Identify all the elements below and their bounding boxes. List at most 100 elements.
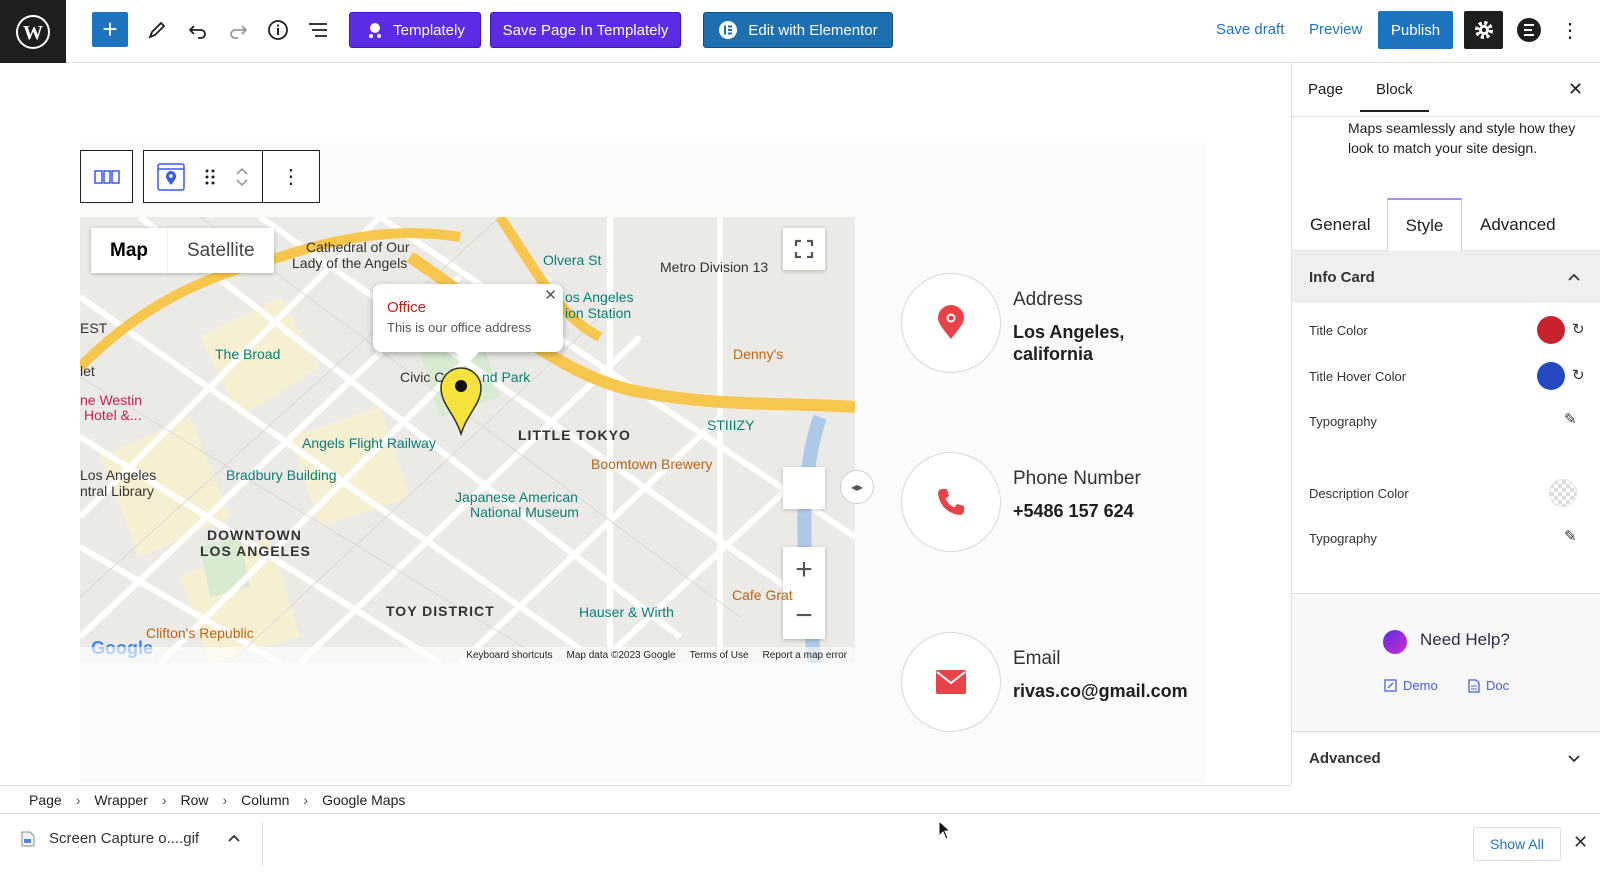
breadcrumb-item[interactable]: Wrapper (94, 792, 147, 808)
location-pin-icon (938, 305, 964, 339)
map-info-window: Office This is our office address ✕ (373, 284, 563, 364)
help-chat-icon (1383, 630, 1407, 654)
tab-general[interactable]: General (1292, 198, 1388, 251)
info-window-title: Office (387, 299, 426, 316)
map-label: The Broad (215, 346, 281, 362)
pencil-edit-icon[interactable]: ✎ (1564, 410, 1577, 428)
block-toolbar: ⋮ (80, 150, 320, 203)
browser-download-bar: Screen Capture o....gif Show All ✕ (0, 813, 1600, 874)
options-kebab-icon[interactable]: ⋮ (1556, 13, 1584, 47)
columns-icon (93, 169, 120, 184)
block-options-kebab-icon[interactable]: ⋮ (263, 151, 319, 202)
title-color-label: Title Color (1309, 323, 1368, 338)
mouse-cursor-icon (938, 820, 952, 840)
chevron-up-icon[interactable] (235, 167, 249, 176)
card-title: Email (1013, 648, 1061, 669)
resize-handle-icon[interactable]: ◂▸ (840, 470, 874, 504)
edit-with-elementor-button[interactable]: Edit with Elementor (703, 12, 893, 48)
map-label: DOWNTOWN (207, 527, 302, 543)
card-title: Address (1013, 289, 1083, 310)
wordpress-logo-icon[interactable]: W (0, 0, 66, 63)
drag-handle-icon[interactable] (197, 151, 223, 202)
info-icon[interactable] (260, 12, 296, 48)
tab-style[interactable]: Style (1387, 198, 1462, 251)
map-type-satellite-tab[interactable]: Satellite (168, 228, 274, 273)
google-maps-block-icon[interactable] (144, 151, 197, 202)
close-icon[interactable]: ✕ (1573, 832, 1588, 853)
parent-block-selector[interactable] (80, 150, 133, 203)
street-view-pegman[interactable] (783, 467, 825, 509)
breadcrumb-item[interactable]: Column (241, 792, 289, 808)
block-settings-tabs: General Style Advanced (1292, 198, 1600, 251)
map-marker-pin-icon[interactable] (437, 364, 485, 436)
templately-label: Templately (393, 21, 465, 39)
settings-gear-icon[interactable] (1464, 11, 1503, 49)
map-type-map-tab[interactable]: Map (91, 228, 168, 273)
templately-icon (369, 23, 382, 38)
move-up-down-control[interactable] (223, 151, 263, 202)
fullscreen-icon[interactable] (783, 228, 825, 270)
close-icon[interactable]: ✕ (1568, 79, 1583, 100)
card-icon-circle (901, 452, 1001, 552)
chevron-right-icon: › (75, 791, 81, 808)
reset-icon[interactable]: ↻ (1572, 366, 1585, 384)
tab-advanced[interactable]: Advanced (1462, 198, 1574, 251)
demo-icon (1384, 679, 1397, 692)
chevron-right-icon: › (222, 791, 228, 808)
chevron-down-icon[interactable] (235, 178, 249, 187)
list-view-icon[interactable] (300, 12, 336, 48)
map-label: Los Angeles (80, 467, 157, 483)
pencil-icon[interactable] (139, 12, 175, 48)
card-description: rivas.co@gmail.com (1013, 681, 1188, 701)
doc-link[interactable]: Doc (1468, 678, 1509, 693)
map-label: EST (80, 320, 108, 336)
map-footer: Keyboard shortcuts Map data ©2023 Google… (80, 647, 855, 663)
info-card-panel-header[interactable]: Info Card (1292, 251, 1600, 303)
save-page-in-templately-label: Save Page In Templately (502, 21, 669, 39)
description-color-swatch[interactable] (1549, 479, 1577, 507)
info-card-address: Address Los Angeles, california (876, 253, 1206, 393)
title-color-swatch[interactable] (1537, 316, 1565, 344)
map-label: Denny's (733, 346, 784, 362)
map-label: Olvera St (543, 252, 602, 268)
card-icon-circle (901, 273, 1001, 373)
pencil-edit-icon[interactable]: ✎ (1564, 527, 1577, 545)
download-item[interactable]: Screen Capture o....gif (21, 830, 241, 847)
save-draft-button[interactable]: Save draft (1216, 21, 1284, 38)
map-label: STIIIZY (707, 417, 755, 433)
save-page-in-templately-button[interactable]: Save Page In Templately (490, 12, 681, 48)
google-map[interactable]: Map Satellite + − Cathedral of Our Lady … (80, 217, 855, 663)
preview-button[interactable]: Preview (1309, 21, 1362, 38)
tab-block[interactable]: Block (1360, 81, 1429, 112)
keyboard-shortcuts-link[interactable]: Keyboard shortcuts (466, 650, 552, 661)
report-map-error-link[interactable]: Report a map error (763, 650, 847, 661)
breadcrumb-item[interactable]: Page (29, 792, 62, 808)
reset-icon[interactable]: ↻ (1572, 320, 1585, 338)
demo-link[interactable]: Demo (1384, 678, 1438, 693)
map-label: LOS ANGELES (200, 543, 311, 559)
chevron-up-icon[interactable] (227, 834, 241, 843)
title-hover-color-swatch[interactable] (1537, 362, 1565, 390)
terms-of-use-link[interactable]: Terms of Use (690, 650, 749, 661)
templately-button[interactable]: Templately (349, 12, 481, 48)
block-breadcrumb: Page › Wrapper › Row › Column › Google M… (0, 785, 1291, 813)
tab-page[interactable]: Page (1308, 81, 1343, 98)
doc-label: Doc (1486, 678, 1510, 693)
undo-icon[interactable] (180, 12, 216, 48)
essential-blocks-icon[interactable] (1512, 13, 1546, 47)
info-window-close-icon[interactable]: ✕ (544, 286, 557, 304)
redo-icon[interactable] (220, 12, 256, 48)
card-icon-circle (901, 632, 1001, 732)
info-card-phone: Phone Number +5486 157 624 (876, 432, 1206, 572)
breadcrumb-item[interactable]: Google Maps (322, 792, 405, 808)
show-all-button[interactable]: Show All (1473, 827, 1561, 861)
add-block-button[interactable]: + (92, 12, 128, 47)
breadcrumb-item[interactable]: Row (180, 792, 208, 808)
advanced-panel-header[interactable]: Advanced (1292, 731, 1600, 785)
document-icon (1468, 678, 1480, 693)
editor-top-bar: W + Templately Save Page In Templately E… (0, 0, 1600, 63)
block-toolbar-group: ⋮ (143, 150, 320, 203)
publish-button[interactable]: Publish (1378, 11, 1453, 49)
map-label: ne Westin (80, 392, 142, 408)
chevron-right-icon: › (303, 791, 309, 808)
